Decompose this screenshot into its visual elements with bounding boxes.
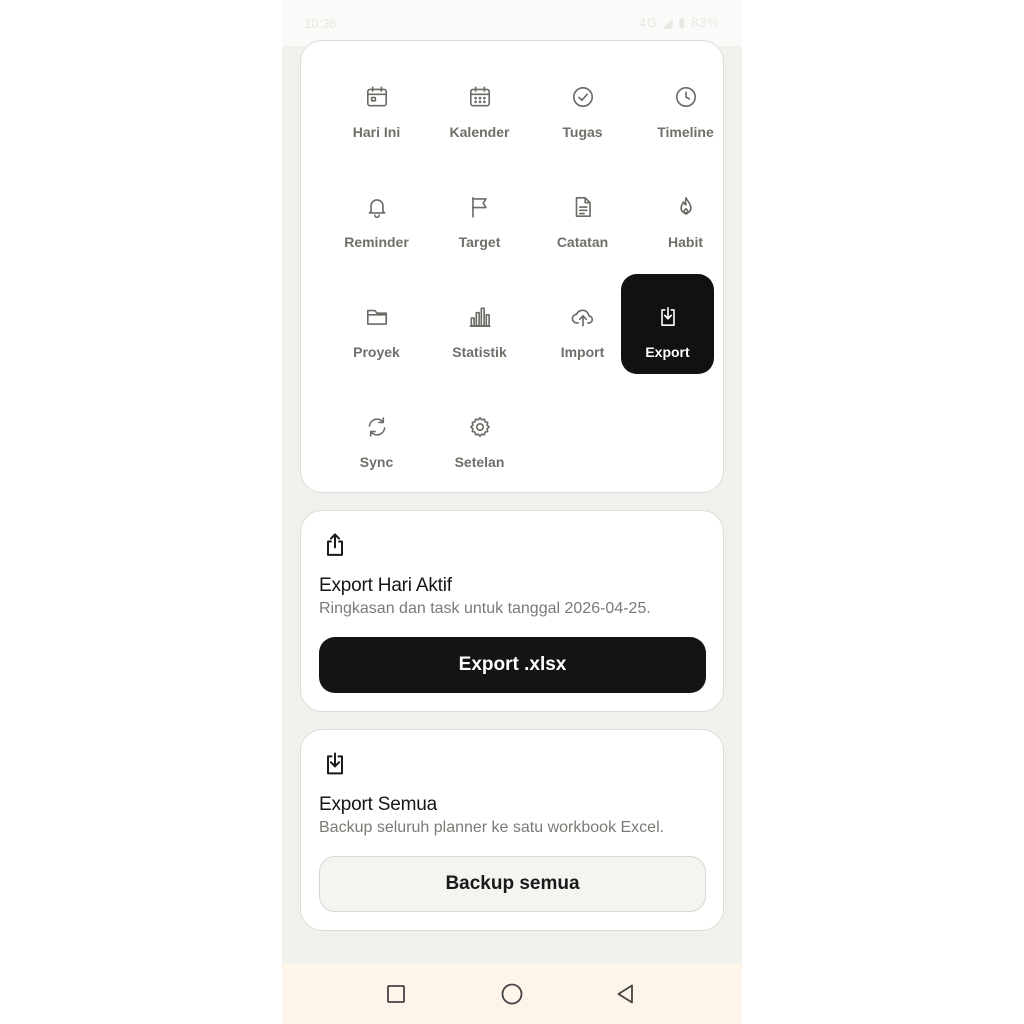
status-indicators: 4G ◢ ▮ 83% xyxy=(638,15,720,30)
clock-icon xyxy=(675,86,696,108)
gear-icon xyxy=(469,416,490,438)
menu-item-kalender[interactable]: Kalender xyxy=(433,54,526,154)
menu-item-sync[interactable]: Sync xyxy=(330,384,423,484)
menu-item-timeline[interactable]: Timeline xyxy=(639,54,732,154)
bar-chart-icon xyxy=(468,307,491,328)
menu-item-label: Timeline xyxy=(657,124,714,140)
menu-item-label: Kalender xyxy=(449,124,510,140)
export-all-subtitle: Backup seluruh planner ke satu workbook … xyxy=(319,819,665,836)
menu-item-label: Statistik xyxy=(452,344,507,360)
export-active-day-card: Export Hari Aktif Ringkasan dan task unt… xyxy=(300,510,724,712)
calendar-day-icon xyxy=(366,86,387,107)
share-upload-icon xyxy=(321,531,349,559)
menu-item-label: Export xyxy=(645,344,690,360)
bell-icon xyxy=(368,199,385,219)
status-time: 10:36 xyxy=(304,15,337,31)
note-icon xyxy=(575,196,591,218)
menu-item-label: Habit xyxy=(668,234,703,250)
menu-item-export[interactable]: Export xyxy=(621,274,714,374)
calendar-grid-icon xyxy=(469,86,490,107)
menu-item-label: Setelan xyxy=(454,454,505,470)
menu-item-statistik[interactable]: Statistik xyxy=(433,274,526,374)
flag-icon xyxy=(471,196,487,218)
menu-item-label: Proyek xyxy=(353,344,400,360)
home-icon[interactable] xyxy=(500,982,524,1006)
backup-all-button[interactable]: Backup semua xyxy=(319,856,706,912)
flame-icon xyxy=(679,196,692,215)
menu-item-label: Sync xyxy=(359,454,394,470)
menu-item-hari-ini[interactable]: Hari Ini xyxy=(330,54,423,154)
menu-item-setelan[interactable]: Setelan xyxy=(433,384,526,484)
menu-item-import[interactable]: Import xyxy=(536,274,629,374)
menu-item-proyek[interactable]: Proyek xyxy=(330,274,423,374)
menu-item-label: Target xyxy=(458,234,501,250)
menu-item-label: Tugas xyxy=(562,124,603,140)
download-tray-icon xyxy=(321,750,349,778)
menu-item-label: Reminder xyxy=(344,234,409,250)
export-xlsx-button[interactable]: Export .xlsx xyxy=(319,637,706,693)
back-icon[interactable] xyxy=(614,982,638,1006)
menu-item-tugas[interactable]: Tugas xyxy=(536,54,629,154)
download-tray-icon xyxy=(660,306,675,326)
export-all-card: Export Semua Backup seluruh planner ke s… xyxy=(300,729,724,931)
export-active-title: Export Hari Aktif xyxy=(319,575,452,596)
check-circle-icon xyxy=(572,86,593,108)
menu-item-habit[interactable]: Habit xyxy=(639,164,732,264)
system-nav-bar xyxy=(282,963,742,1024)
menu-item-reminder[interactable]: Reminder xyxy=(330,164,423,264)
menu-item-label: Hari Ini xyxy=(352,124,401,140)
menu-item-label: Import xyxy=(560,344,605,360)
cloud-upload-icon xyxy=(571,309,593,327)
menu-grid-card: Hari Ini Kalender Tugas Timeline Reminde… xyxy=(300,40,724,493)
sync-icon xyxy=(368,417,385,437)
menu-item-target[interactable]: Target xyxy=(433,164,526,264)
recent-apps-icon[interactable] xyxy=(384,982,408,1006)
folder-icon xyxy=(366,309,387,325)
menu-item-catatan[interactable]: Catatan xyxy=(536,164,629,264)
menu-item-label: Catatan xyxy=(556,234,609,250)
phone-screen: 10:36 4G ◢ ▮ 83% Hari Ini Kalender Tugas… xyxy=(282,0,742,1024)
export-all-title: Export Semua xyxy=(319,794,437,815)
export-active-subtitle: Ringkasan dan task untuk tanggal 2026-04… xyxy=(319,600,651,617)
